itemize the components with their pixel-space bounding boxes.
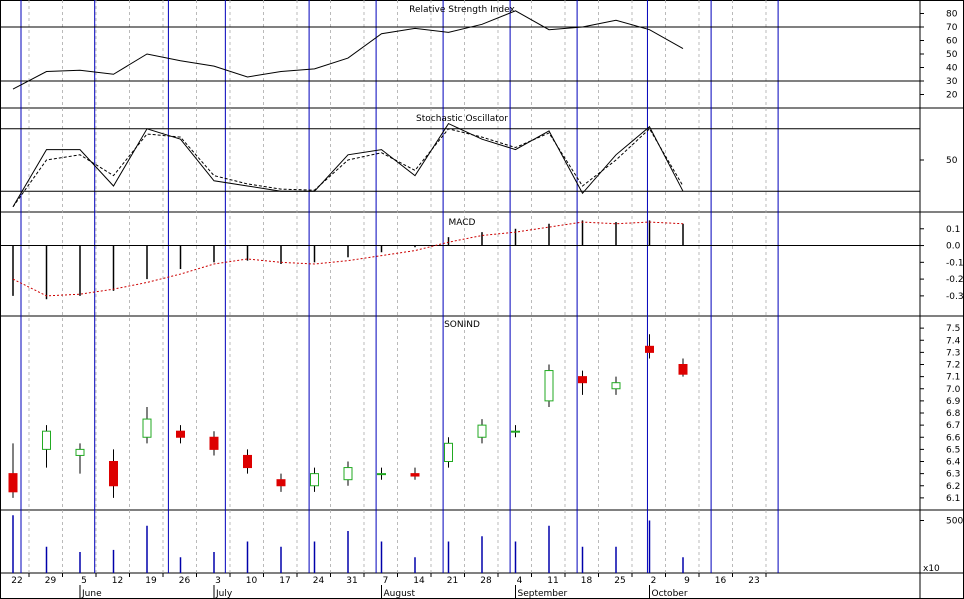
candle-body	[75, 448, 85, 456]
y-tick-label: 7.4	[946, 336, 961, 346]
candle-body	[511, 430, 520, 433]
y-tick-label: 0.1	[946, 225, 960, 235]
technical-chart: Relative Strength Index 20 30 40 50 60 70 80 S…	[0, 0, 964, 599]
candle-body	[310, 473, 319, 487]
x-tick-label: 24	[313, 576, 325, 586]
candle-body	[109, 461, 118, 487]
month-label: August	[384, 589, 416, 599]
x-tick-label: 18	[581, 576, 593, 586]
y-tick-label: 50	[946, 50, 958, 60]
x-axis: 22 29 5 12 19 26 3 10 17 24 31 7 14 21 28 4 11 18 25 2 9 16 23…	[11, 573, 767, 599]
y-tick-label: 70	[946, 23, 958, 33]
chart-frame	[0, 0, 964, 599]
candle-body	[209, 436, 219, 450]
candle-body	[377, 473, 386, 476]
x-tick-label: 10	[246, 576, 258, 586]
candle-body	[410, 473, 420, 477]
y-tick-label: 50	[946, 156, 958, 166]
x-tick-label: 28	[480, 576, 492, 586]
macd-panel: MACD 0.1 0.0 -0.1 -0.2 -0.3	[0, 218, 964, 302]
x-tick-label: 14	[413, 576, 425, 586]
candle-body	[477, 424, 487, 438]
x-tick-label: 19	[145, 576, 157, 586]
stochastic-k-line	[12, 122, 684, 208]
stochastic-d-line	[12, 128, 684, 208]
candle-body	[645, 345, 654, 353]
y-tick-label: 30	[946, 77, 958, 87]
y-tick-label: 7.0	[946, 385, 961, 395]
price-title: SONIND	[444, 320, 480, 330]
y-tick-label: 6.4	[946, 458, 961, 468]
candle-body	[8, 473, 18, 493]
month-label: October	[652, 589, 688, 599]
y-tick-label: 6.2	[946, 482, 960, 492]
x-tick-label: 11	[547, 576, 558, 586]
month-label: September	[518, 589, 568, 599]
candle-body	[343, 467, 353, 481]
rsi-panel: Relative Strength Index 20 30 40 50 60 70 80	[0, 5, 958, 101]
candle-body	[243, 454, 252, 469]
volume-unit-label: x10	[923, 564, 940, 574]
chart-grid	[20, 0, 779, 573]
rsi-title: Relative Strength Index	[409, 5, 515, 15]
y-tick-label: 7.3	[946, 348, 960, 358]
x-tick-label: 25	[614, 576, 625, 586]
y-tick-label: 50000	[946, 517, 964, 527]
outer-border	[0, 0, 964, 599]
candle-body	[611, 382, 621, 390]
stochastic-panel: Stochastic Oscillator 50	[0, 114, 958, 208]
y-tick-label: 0.0	[946, 242, 961, 252]
x-tick-label: 3	[215, 576, 221, 586]
x-tick-label: 26	[179, 576, 191, 586]
candle-body	[276, 479, 286, 487]
x-tick-label: 22	[11, 576, 22, 586]
candle-body	[578, 376, 587, 384]
x-tick-label: 7	[383, 576, 389, 586]
x-tick-label: 23	[748, 576, 759, 586]
candle-body	[142, 418, 152, 438]
x-tick-label: 29	[45, 576, 57, 586]
stochastic-title: Stochastic Oscillator	[416, 114, 508, 124]
y-tick-label: -0.3	[946, 292, 964, 302]
y-tick-label: 7.5	[946, 324, 960, 334]
x-tick-label: 4	[517, 576, 523, 586]
candle-body	[678, 364, 688, 375]
y-tick-label: 6.7	[946, 421, 960, 431]
x-tick-label: 21	[447, 576, 458, 586]
y-tick-label: 6.6	[946, 433, 961, 443]
rsi-line	[12, 10, 684, 90]
candle-body	[444, 442, 453, 462]
x-tick-label: 16	[715, 576, 727, 586]
x-tick-label: 12	[112, 576, 123, 586]
y-tick-label: 6.9	[946, 397, 961, 407]
month-label: July	[215, 589, 233, 599]
y-tick-label: 6.3	[946, 470, 960, 480]
x-tick-label: 9	[684, 576, 690, 586]
x-tick-label: 31	[346, 576, 357, 586]
volume-panel: x10 50000	[12, 515, 964, 574]
y-tick-label: 80	[946, 10, 958, 20]
y-tick-label: 20	[946, 91, 958, 101]
y-tick-label: 7.2	[946, 361, 960, 371]
y-tick-label: 60	[946, 37, 958, 47]
x-tick-label: 2	[651, 576, 657, 586]
y-tick-label: 6.8	[946, 409, 961, 419]
y-tick-label: -0.1	[946, 258, 964, 268]
y-tick-label: 6.5	[946, 445, 960, 455]
candle-body	[42, 430, 51, 450]
candle-body	[544, 370, 554, 402]
x-tick-label: 17	[279, 576, 290, 586]
month-label: June	[81, 589, 102, 599]
x-tick-label: 5	[81, 576, 87, 586]
y-tick-label: 7.1	[946, 373, 960, 383]
price-panel: SONIND 7.5 7.4 7.3 7.2 7.1 7.0 6.9 6.8 6.7 6.6 6.5…	[8, 320, 961, 504]
candle-body	[176, 430, 185, 438]
y-tick-label: 40	[946, 64, 958, 74]
macd-title: MACD	[449, 218, 476, 228]
y-tick-label: -0.2	[946, 275, 964, 285]
y-tick-label: 6.1	[946, 494, 960, 504]
